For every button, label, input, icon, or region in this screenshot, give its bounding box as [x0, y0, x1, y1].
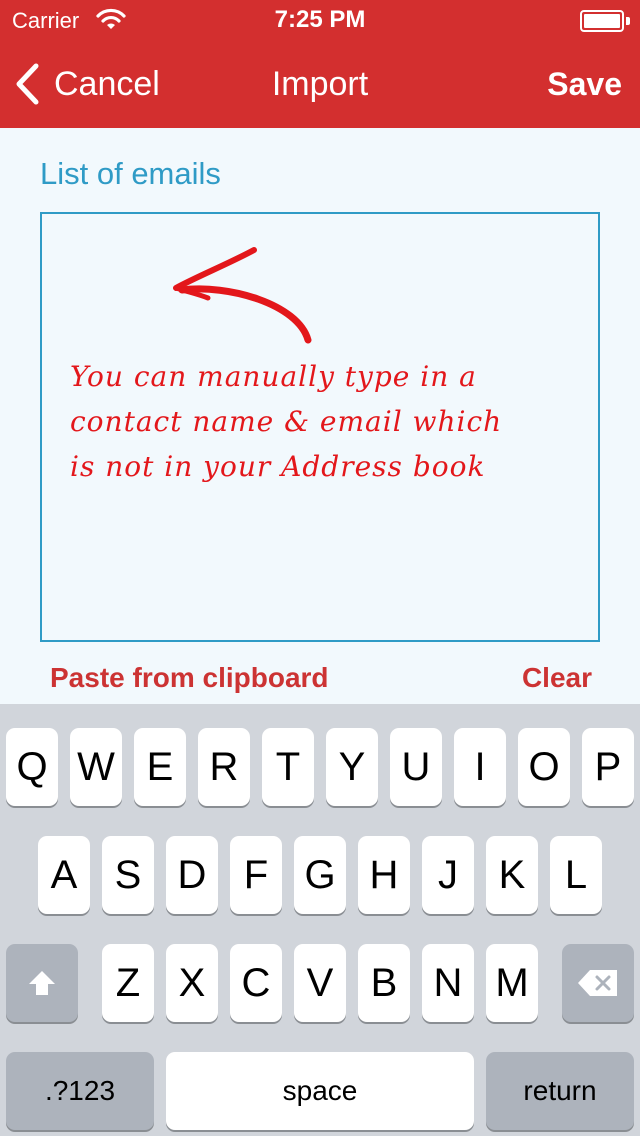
key-i[interactable]: I	[454, 728, 506, 806]
key-d[interactable]: D	[166, 836, 218, 914]
chevron-left-icon	[16, 63, 39, 105]
key-u[interactable]: U	[390, 728, 442, 806]
backspace-icon	[578, 970, 617, 996]
key-s[interactable]: S	[102, 836, 154, 914]
email-list-input[interactable]	[42, 214, 598, 640]
save-button[interactable]: Save	[547, 40, 622, 128]
key-w[interactable]: W	[70, 728, 122, 806]
key-v[interactable]: V	[294, 944, 346, 1022]
return-key[interactable]: return	[486, 1052, 634, 1130]
key-g[interactable]: G	[294, 836, 346, 914]
key-j[interactable]: J	[422, 836, 474, 914]
key-f[interactable]: F	[230, 836, 282, 914]
emails-section-label: List of emails	[40, 156, 221, 191]
navigation-header: Carrier 7:25 PM Cancel Import Save	[0, 0, 640, 128]
key-y[interactable]: Y	[326, 728, 378, 806]
key-b[interactable]: B	[358, 944, 410, 1022]
key-n[interactable]: N	[422, 944, 474, 1022]
status-bar: Carrier 7:25 PM	[0, 0, 640, 40]
keyboard: Q W E R T Y U I O P A S D F G H J K L Z …	[0, 704, 640, 1136]
key-q[interactable]: Q	[6, 728, 58, 806]
status-time: 7:25 PM	[274, 6, 366, 33]
shift-icon	[29, 971, 55, 995]
key-p[interactable]: P	[582, 728, 634, 806]
email-list-field[interactable]	[40, 212, 600, 642]
key-z[interactable]: Z	[102, 944, 154, 1022]
numbers-key[interactable]: .?123	[6, 1052, 154, 1130]
battery-icon	[580, 10, 630, 32]
paste-from-clipboard-button[interactable]: Paste from clipboard	[50, 662, 329, 694]
key-l[interactable]: L	[550, 836, 602, 914]
key-t[interactable]: T	[262, 728, 314, 806]
key-h[interactable]: H	[358, 836, 410, 914]
key-o[interactable]: O	[518, 728, 570, 806]
key-a[interactable]: A	[38, 836, 90, 914]
cancel-label: Cancel	[54, 64, 160, 103]
clear-button[interactable]: Clear	[522, 662, 592, 694]
key-r[interactable]: R	[198, 728, 250, 806]
key-m[interactable]: M	[486, 944, 538, 1022]
nav-bar: Cancel Import Save	[0, 40, 640, 128]
space-key[interactable]: space	[166, 1052, 474, 1130]
key-k[interactable]: K	[486, 836, 538, 914]
shift-key[interactable]	[6, 944, 78, 1022]
key-x[interactable]: X	[166, 944, 218, 1022]
key-c[interactable]: C	[230, 944, 282, 1022]
key-e[interactable]: E	[134, 728, 186, 806]
cancel-button[interactable]: Cancel	[14, 40, 160, 128]
delete-key[interactable]	[562, 944, 634, 1022]
